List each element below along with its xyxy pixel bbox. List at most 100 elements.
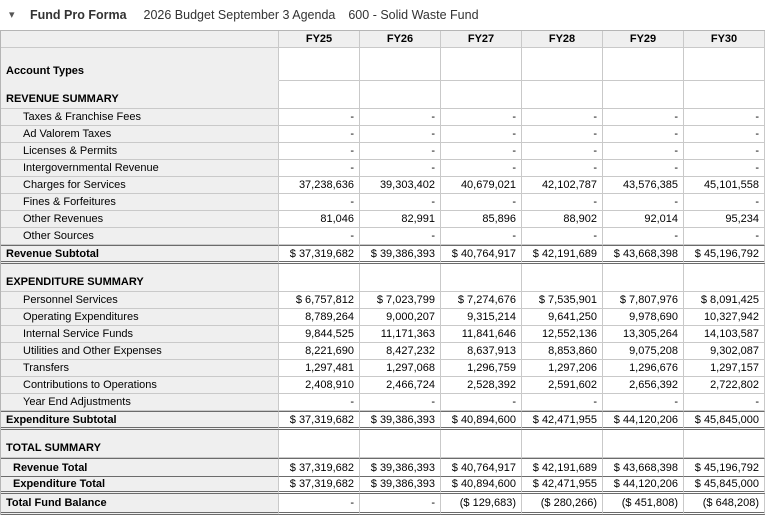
cell-fy30: $ 45,196,792 xyxy=(684,245,765,264)
column-header-fy27: FY27 xyxy=(441,31,522,48)
cell-fy25: - xyxy=(279,194,360,211)
cell-fy30: 10,327,942 xyxy=(684,309,765,326)
cell-fy26: - xyxy=(360,194,441,211)
table-row: Taxes & Franchise Fees------ xyxy=(1,109,765,126)
cell-fy28 xyxy=(522,48,603,81)
cell-fy25: 8,221,690 xyxy=(279,343,360,360)
cell-fy25 xyxy=(279,81,360,109)
cell-fy26: $ 39,386,393 xyxy=(360,458,441,476)
cell-fy28: - xyxy=(522,394,603,411)
cell-fy30: $ 45,196,792 xyxy=(684,458,765,476)
table-row: Other Revenues81,04682,99185,89688,90292… xyxy=(1,211,765,228)
cell-fy30: $ 45,845,000 xyxy=(684,411,765,430)
cell-fy29 xyxy=(603,430,684,458)
cell-fy30: - xyxy=(684,126,765,143)
cell-fy30: - xyxy=(684,143,765,160)
cell-fy27 xyxy=(441,430,522,458)
cell-fy30: 2,722,802 xyxy=(684,377,765,394)
cell-fy29: - xyxy=(603,194,684,211)
cell-fy30: $ 8,091,425 xyxy=(684,292,765,309)
cell-fy28: $ 7,535,901 xyxy=(522,292,603,309)
cell-fy30: 45,101,558 xyxy=(684,177,765,194)
cell-fy30: ($ 648,208) xyxy=(684,494,765,515)
cell-fy25: $ 6,757,812 xyxy=(279,292,360,309)
cell-fy30: 9,302,087 xyxy=(684,343,765,360)
cell-fy25: $ 37,319,682 xyxy=(279,245,360,264)
cell-fy26: $ 39,386,393 xyxy=(360,476,441,494)
cell-fy28: 42,102,787 xyxy=(522,177,603,194)
cell-fy28: 9,641,250 xyxy=(522,309,603,326)
cell-fy29: $ 7,807,976 xyxy=(603,292,684,309)
cell-fy26: - xyxy=(360,494,441,515)
cell-fy25: - xyxy=(279,494,360,515)
cell-fy28: 2,591,602 xyxy=(522,377,603,394)
cell-fy25: 2,408,910 xyxy=(279,377,360,394)
cell-fy30: - xyxy=(684,228,765,245)
cell-fy27: $ 40,894,600 xyxy=(441,411,522,430)
cell-fy28: 8,853,860 xyxy=(522,343,603,360)
row-label: Account Types xyxy=(1,48,279,81)
table-row: Contributions to Operations2,408,9102,46… xyxy=(1,377,765,394)
cell-fy25: - xyxy=(279,143,360,160)
row-label: Expenditure Total xyxy=(1,476,279,494)
cell-fy28 xyxy=(522,430,603,458)
collapse-chevron-icon[interactable]: ▾ xyxy=(9,10,30,21)
cell-fy28: - xyxy=(522,109,603,126)
table-row: Revenue Subtotal$ 37,319,682$ 39,386,393… xyxy=(1,245,765,264)
cell-fy29: 9,075,208 xyxy=(603,343,684,360)
row-label: Taxes & Franchise Fees xyxy=(1,109,279,126)
cell-fy27: $ 40,764,917 xyxy=(441,458,522,476)
cell-fy27: - xyxy=(441,228,522,245)
cell-fy27 xyxy=(441,48,522,81)
row-label: Intergovernmental Revenue xyxy=(1,160,279,177)
cell-fy27: 85,896 xyxy=(441,211,522,228)
report-subtitle-fund: 600 - Solid Waste Fund xyxy=(348,8,478,22)
cell-fy26: 2,466,724 xyxy=(360,377,441,394)
column-header-fy28: FY28 xyxy=(522,31,603,48)
cell-fy29: 9,978,690 xyxy=(603,309,684,326)
row-label: Other Revenues xyxy=(1,211,279,228)
row-label: Fines & Forfeitures xyxy=(1,194,279,211)
table-row: Total Fund Balance--($ 129,683)($ 280,26… xyxy=(1,494,765,515)
row-label: Total Fund Balance xyxy=(1,494,279,515)
table-row: Account Types xyxy=(1,48,765,81)
row-label: Charges for Services xyxy=(1,177,279,194)
cell-fy26: - xyxy=(360,394,441,411)
cell-fy29: - xyxy=(603,109,684,126)
cell-fy27: - xyxy=(441,394,522,411)
cell-fy25 xyxy=(279,264,360,292)
cell-fy25: - xyxy=(279,126,360,143)
table-row: Internal Service Funds9,844,52511,171,36… xyxy=(1,326,765,343)
cell-fy27: 9,315,214 xyxy=(441,309,522,326)
cell-fy26 xyxy=(360,48,441,81)
cell-fy30: 1,297,157 xyxy=(684,360,765,377)
cell-fy26: - xyxy=(360,143,441,160)
cell-fy30 xyxy=(684,430,765,458)
row-label: REVENUE SUMMARY xyxy=(1,81,279,109)
cell-fy28: $ 42,191,689 xyxy=(522,458,603,476)
cell-fy28 xyxy=(522,264,603,292)
cell-fy30 xyxy=(684,264,765,292)
cell-fy29: - xyxy=(603,228,684,245)
cell-fy28: - xyxy=(522,160,603,177)
cell-fy29: 92,014 xyxy=(603,211,684,228)
cell-fy26: 8,427,232 xyxy=(360,343,441,360)
cell-fy26: 11,171,363 xyxy=(360,326,441,343)
cell-fy27: 40,679,021 xyxy=(441,177,522,194)
cell-fy30: 95,234 xyxy=(684,211,765,228)
row-label: Personnel Services xyxy=(1,292,279,309)
table-row: Licenses & Permits------ xyxy=(1,143,765,160)
table-row: Ad Valorem Taxes------ xyxy=(1,126,765,143)
row-label: Year End Adjustments xyxy=(1,394,279,411)
cell-fy25: - xyxy=(279,109,360,126)
cell-fy28: $ 42,471,955 xyxy=(522,476,603,494)
cell-fy26: - xyxy=(360,109,441,126)
cell-fy25: $ 37,319,682 xyxy=(279,458,360,476)
cell-fy26 xyxy=(360,430,441,458)
report-title: Fund Pro Forma xyxy=(30,8,127,22)
cell-fy28: - xyxy=(522,194,603,211)
cell-fy25: 1,297,481 xyxy=(279,360,360,377)
cell-fy26: $ 7,023,799 xyxy=(360,292,441,309)
cell-fy28 xyxy=(522,81,603,109)
cell-fy28: 88,902 xyxy=(522,211,603,228)
